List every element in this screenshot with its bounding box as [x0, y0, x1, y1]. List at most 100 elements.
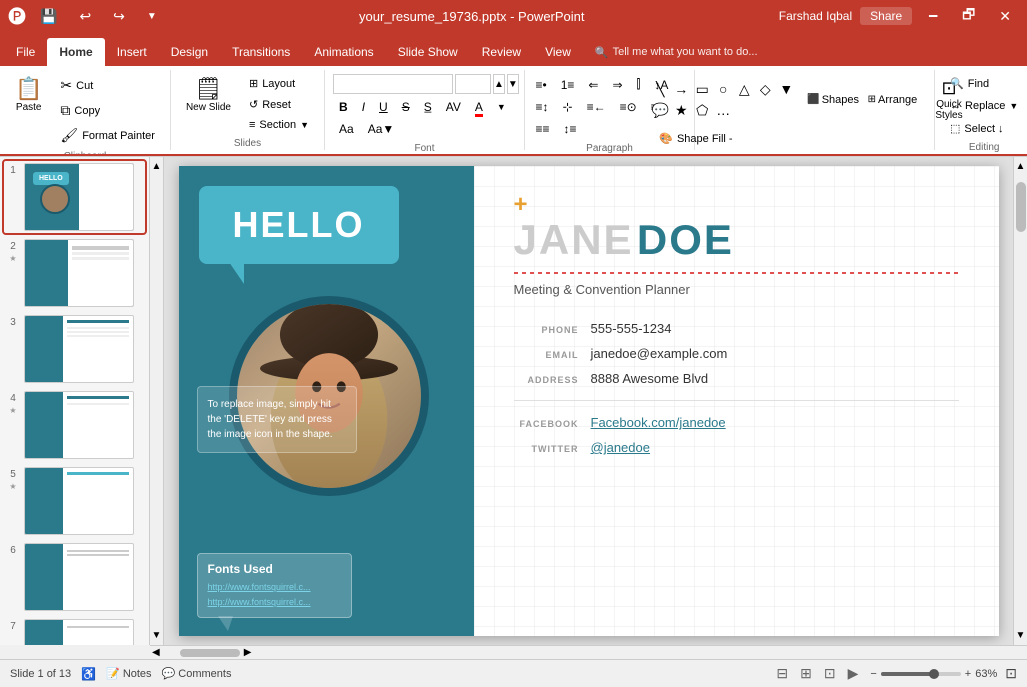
replace-btn[interactable]: ↔ Replace ▼: [943, 97, 1025, 115]
char-spacing-btn[interactable]: AV: [440, 97, 467, 117]
justify-btn[interactable]: ≡≡: [530, 119, 556, 139]
slide-thumb-7[interactable]: 7: [4, 617, 145, 645]
select-btn[interactable]: ⬚ Select ↓: [943, 119, 1011, 138]
shape-triangle[interactable]: △: [734, 79, 754, 99]
share-btn[interactable]: Share: [860, 7, 912, 25]
change-case-btn[interactable]: Aa▼: [362, 119, 401, 139]
restore-btn[interactable]: 🗗: [954, 2, 983, 30]
slide-panel[interactable]: 1 HELLO 2 ★: [0, 157, 150, 645]
bullets-btn[interactable]: ≡•: [530, 74, 553, 95]
tab-design[interactable]: Design: [159, 38, 220, 66]
align-left-btn[interactable]: ≡←: [581, 97, 612, 117]
shape-callout[interactable]: 💬: [650, 100, 670, 120]
slide-canvas[interactable]: HELLO: [179, 166, 999, 636]
text-shadow-btn[interactable]: S̲: [418, 97, 438, 117]
section-btn[interactable]: ≡ Section ▼: [242, 116, 316, 134]
save-quick-btn[interactable]: 💾: [32, 6, 65, 27]
right-scrollbar[interactable]: ▲ ▼: [1013, 157, 1027, 645]
shape-diamond[interactable]: ◇: [755, 79, 775, 99]
tab-animations[interactable]: Animations: [302, 38, 385, 66]
customize-qat-btn[interactable]: ▼: [139, 9, 165, 24]
slide-right-section[interactable]: + JANE DOE Meeting & Convention Planner …: [474, 166, 999, 636]
facebook-value[interactable]: Facebook.com/janedoe: [591, 415, 726, 430]
h-scrollbar[interactable]: ◀ ▶: [150, 645, 1027, 659]
slide-left-section[interactable]: HELLO: [179, 166, 474, 636]
scroll-down-left-btn[interactable]: ▼: [152, 630, 162, 641]
fonts-link2[interactable]: http://www.fontsquirrel.c...: [208, 595, 341, 609]
increase-indent-btn[interactable]: ⇒: [606, 74, 628, 95]
tell-me-input[interactable]: 🔍Tell me what you want to do...: [583, 38, 770, 66]
font-size-input[interactable]: [455, 74, 491, 94]
twitter-value[interactable]: @janedoe: [591, 440, 650, 455]
arrange-icon: ⊞: [868, 94, 876, 105]
align-center-btn[interactable]: ≡⊙: [614, 97, 643, 117]
editing-group-content: 🔍 Find ↔ Replace ▼ ⬚ Select ↓: [943, 74, 1025, 138]
line-spacing-btn[interactable]: ↕≡: [558, 119, 583, 139]
format-painter-btn[interactable]: 🖌 Format Painter: [53, 124, 162, 147]
minimize-btn[interactable]: 🗕: [920, 2, 946, 30]
fonts-link1[interactable]: http://www.fontsquirrel.c...: [208, 580, 341, 594]
convert-smartart-btn[interactable]: ⊹: [557, 97, 579, 117]
close-btn[interactable]: ✕: [991, 6, 1019, 27]
align-text-btn[interactable]: ≡↕: [530, 97, 555, 117]
shape-outline-btn[interactable]: ▭ Shape Outline -: [650, 150, 761, 156]
shape-arrow[interactable]: →: [671, 79, 691, 99]
h-scroll-thumb[interactable]: [180, 649, 240, 657]
right-scroll-thumb[interactable]: [1016, 182, 1026, 232]
slide-thumb-1[interactable]: 1 HELLO: [4, 161, 145, 233]
shape-more[interactable]: …: [713, 100, 733, 120]
numbering-btn[interactable]: 1≡: [555, 74, 581, 95]
underline-btn[interactable]: U: [373, 97, 394, 117]
scroll-down-right-btn[interactable]: ▼: [1016, 630, 1026, 641]
new-slide-btn[interactable]: 🗒 New Slide: [179, 74, 238, 117]
scroll-up-btn[interactable]: ▲: [152, 161, 162, 172]
scroll-up-right-btn[interactable]: ▲: [1016, 161, 1026, 172]
decrease-indent-btn[interactable]: ⇐: [582, 74, 604, 95]
shape-fill-btn[interactable]: 🎨 Shape Fill -: [650, 129, 761, 148]
shape-line[interactable]: ╲: [650, 79, 670, 99]
reset-btn[interactable]: ↺ Reset: [242, 95, 316, 114]
tab-insert[interactable]: Insert: [105, 38, 159, 66]
shape-oval[interactable]: ○: [713, 79, 733, 99]
slide-thumb-5[interactable]: 5 ★: [4, 465, 145, 537]
tab-file[interactable]: File: [4, 38, 47, 66]
arrange-btn[interactable]: ⊞ Arrange: [861, 90, 916, 110]
hello-bubble[interactable]: HELLO: [199, 186, 399, 264]
undo-btn[interactable]: ↩: [71, 6, 99, 27]
paste-btn[interactable]: 📋 Paste: [8, 74, 49, 117]
slide-main[interactable]: ▲ ▼ HELLO: [150, 157, 1027, 645]
slide-thumb-3[interactable]: 3: [4, 313, 145, 385]
font-family-input[interactable]: [333, 74, 453, 94]
shape-star[interactable]: ★: [671, 100, 691, 120]
slide-thumb-6[interactable]: 6: [4, 541, 145, 613]
strikethrough-btn[interactable]: S: [396, 97, 416, 117]
font-color-btn[interactable]: A: [469, 97, 489, 117]
fonts-used-box[interactable]: Fonts Used http://www.fontsquirrel.c... …: [197, 553, 352, 618]
tab-home[interactable]: Home: [47, 38, 104, 66]
layout-btn[interactable]: ⊞ Layout: [242, 74, 316, 93]
left-scrollbar[interactable]: ▲ ▼: [150, 157, 164, 645]
bold-btn[interactable]: B: [333, 97, 354, 117]
shape-rect[interactable]: ▭: [692, 79, 712, 99]
font-size-decrease-btn[interactable]: ▼: [507, 74, 519, 94]
find-btn[interactable]: 🔍 Find: [943, 74, 996, 93]
slide-thumb-4[interactable]: 4 ★: [4, 389, 145, 461]
tab-review[interactable]: Review: [470, 38, 533, 66]
columns-btn[interactable]: ⫿: [631, 74, 647, 95]
h-scroll-right-btn[interactable]: ▶: [244, 647, 252, 658]
tab-transitions[interactable]: Transitions: [220, 38, 302, 66]
cut-btn[interactable]: ✂ Cut: [53, 74, 162, 97]
clear-format-btn[interactable]: Aa: [333, 119, 360, 139]
redo-btn[interactable]: ↪: [105, 6, 133, 27]
shape-pentagon[interactable]: ⬠: [692, 100, 712, 120]
italic-btn[interactable]: I: [356, 97, 371, 117]
slide-thumb-2[interactable]: 2 ★: [4, 237, 145, 309]
shape-down-arrow[interactable]: ▼: [776, 79, 796, 99]
h-scroll-left-btn[interactable]: ◀: [152, 647, 160, 658]
tab-view[interactable]: View: [533, 38, 583, 66]
copy-btn[interactable]: ⧉ Copy: [53, 99, 162, 122]
shapes-btn[interactable]: ⬛ Shapes: [800, 90, 856, 110]
tab-slideshow[interactable]: Slide Show: [386, 38, 470, 66]
font-color-arrow-btn[interactable]: ▼: [491, 97, 512, 117]
font-size-increase-btn[interactable]: ▲: [493, 74, 505, 94]
